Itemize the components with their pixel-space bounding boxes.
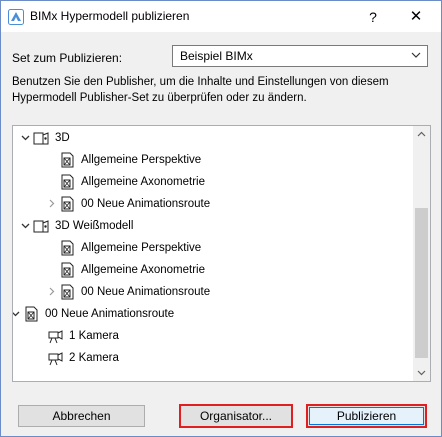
tree-item-label: 1 Kamera xyxy=(69,330,119,342)
camera-icon xyxy=(47,328,63,344)
tree-item-label: Allgemeine Perspektive xyxy=(81,242,202,254)
view-map-folder-icon xyxy=(33,218,49,234)
tree-item[interactable]: Allgemeine Perspektive xyxy=(13,150,413,170)
3d-view-document-icon xyxy=(59,240,75,256)
tree-item-label: 2 Kamera xyxy=(69,352,119,364)
tree-item-label: 00 Neue Animationsroute xyxy=(81,198,211,210)
tree-item-label: Allgemeine Perspektive xyxy=(81,154,202,166)
tree-item[interactable]: Allgemeine Axonometrie xyxy=(13,172,413,192)
chevron-right-icon[interactable] xyxy=(47,199,56,208)
tree-item[interactable]: 3D Weißmodell xyxy=(13,216,413,236)
bimx-app-icon xyxy=(8,9,24,25)
view-map-folder-icon xyxy=(33,130,49,146)
tree-item-label: 00 Neue Animationsroute xyxy=(81,286,211,298)
tree-item[interactable]: 00 Neue Animationsroute xyxy=(13,194,413,214)
tree-item[interactable]: 00 Neue Animationsroute xyxy=(13,304,413,324)
publish-button[interactable]: Publizieren xyxy=(306,404,427,428)
window-title: BIMx Hypermodell publizieren xyxy=(30,9,190,23)
tree-item-label: Allgemeine Axonometrie xyxy=(81,176,206,188)
chevron-down-icon[interactable] xyxy=(12,309,20,318)
chevron-down-icon[interactable] xyxy=(21,133,30,142)
tree-item-label: 3D Weißmodell xyxy=(55,220,134,232)
set-select[interactable]: Beispiel BIMx xyxy=(172,45,428,67)
organizer-button[interactable]: Organisator... xyxy=(179,404,293,428)
tree-item-label: 00 Neue Animationsroute xyxy=(45,308,175,320)
scroll-thumb[interactable] xyxy=(415,208,428,358)
close-button[interactable]: ✕ xyxy=(406,7,426,27)
chevron-right-icon[interactable] xyxy=(47,287,56,296)
set-select-value: Beispiel BIMx xyxy=(180,49,253,63)
chevron-down-icon[interactable] xyxy=(21,221,30,230)
set-label: Set zum Publizieren: xyxy=(12,51,123,65)
publish-dialog: BIMx Hypermodell publizieren ? ✕ Set zum… xyxy=(0,0,442,437)
3d-view-document-icon xyxy=(59,284,75,300)
tree-item[interactable]: Allgemeine Axonometrie xyxy=(13,260,413,280)
tree-item[interactable]: 3D xyxy=(13,128,413,148)
chevron-down-icon xyxy=(411,52,421,58)
3d-view-document-icon xyxy=(23,306,39,322)
tree-item-label: 3D xyxy=(55,132,70,144)
publish-button-label: Publizieren xyxy=(309,407,424,425)
description-text: Benutzen Sie den Publisher, um die Inhal… xyxy=(12,76,389,104)
help-button[interactable]: ? xyxy=(363,7,383,27)
3d-view-document-icon xyxy=(59,174,75,190)
camera-icon xyxy=(47,350,63,366)
3d-view-document-icon xyxy=(59,196,75,212)
tree-item-label: Allgemeine Axonometrie xyxy=(81,264,206,276)
scroll-up-arrow-icon[interactable] xyxy=(413,126,430,143)
3d-view-document-icon xyxy=(59,262,75,278)
tree-item[interactable]: 1 Kamera xyxy=(13,326,413,346)
scroll-down-arrow-icon[interactable] xyxy=(413,364,430,381)
vertical-scrollbar[interactable] xyxy=(413,126,430,381)
title-bar: BIMx Hypermodell publizieren ? ✕ xyxy=(1,1,441,32)
publisher-tree[interactable]: 3D Allgemeine Perspektive Allgemeine Axono… xyxy=(12,125,431,382)
cancel-button[interactable]: Abbrechen xyxy=(18,405,145,427)
3d-view-document-icon xyxy=(59,152,75,168)
tree-item[interactable]: Allgemeine Perspektive xyxy=(13,238,413,258)
tree-item[interactable]: 00 Neue Animationsroute xyxy=(13,282,413,302)
tree-item[interactable]: 2 Kamera xyxy=(13,348,413,368)
